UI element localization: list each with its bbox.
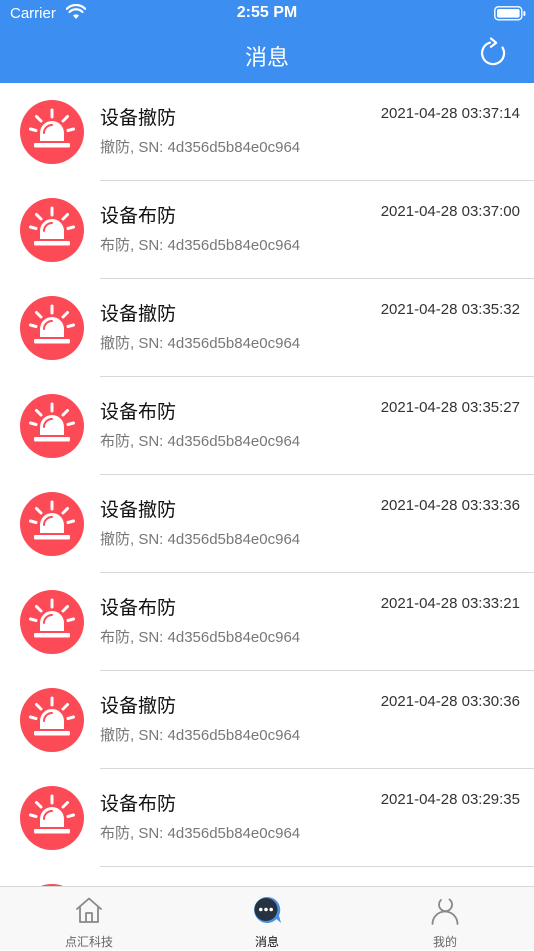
refresh-icon[interactable] (478, 37, 510, 69)
message-title: 设备撤防 (100, 695, 177, 717)
message-time: 2021-04-28 03:37:14 (380, 105, 520, 122)
message-item[interactable] (0, 867, 534, 886)
message-description: 撤防, SN: 4d356d5b84e0c964 (100, 727, 301, 744)
message-time: 2021-04-28 03:35:32 (380, 301, 520, 318)
message-time: 2021-04-28 03:29:35 (380, 791, 520, 808)
alarm-icon (20, 786, 84, 850)
alarm-icon (20, 492, 84, 556)
message-item[interactable]: 设备布防 2021-04-28 03:33:21 布防, SN: 4d356d5… (0, 573, 534, 671)
message-description: 布防, SN: 4d356d5b84e0c964 (100, 825, 301, 842)
message-item[interactable]: 设备撤防 2021-04-28 03:30:36 撤防, SN: 4d356d5… (0, 671, 534, 769)
message-icon (254, 896, 281, 923)
alarm-icon (20, 394, 84, 458)
message-title: 设备布防 (100, 793, 177, 815)
message-title: 设备布防 (100, 597, 177, 619)
message-time: 2021-04-28 03:30:36 (380, 693, 520, 710)
message-description: 布防, SN: 4d356d5b84e0c964 (100, 237, 301, 254)
alarm-icon (20, 590, 84, 654)
tab-home[interactable]: 点汇科技 (0, 887, 178, 951)
message-description: 撤防, SN: 4d356d5b84e0c964 (100, 139, 301, 156)
message-item[interactable]: 设备撤防 2021-04-28 03:35:32 撤防, SN: 4d356d5… (0, 279, 534, 377)
tab-label: 消息 (254, 935, 279, 949)
message-title: 设备布防 (100, 205, 177, 227)
message-time: 2021-04-28 03:33:36 (380, 497, 520, 514)
alarm-icon (20, 198, 84, 262)
message-description: 撤防, SN: 4d356d5b84e0c964 (100, 335, 301, 352)
home-icon (76, 897, 102, 923)
message-title: 设备撤防 (100, 303, 177, 325)
status-bar: Carrier 2:55 PM (0, 0, 534, 28)
message-item[interactable]: 设备撤防 2021-04-28 03:33:36 撤防, SN: 4d356d5… (0, 475, 534, 573)
message-description: 布防, SN: 4d356d5b84e0c964 (100, 433, 301, 450)
message-item[interactable]: 设备撤防 2021-04-28 03:37:14 撤防, SN: 4d356d5… (0, 83, 534, 181)
message-title: 设备布防 (100, 401, 177, 423)
tab-label: 我的 (432, 935, 457, 949)
alarm-icon (20, 688, 84, 752)
message-description: 撤防, SN: 4d356d5b84e0c964 (100, 531, 301, 548)
message-time: 2021-04-28 03:33:21 (380, 595, 520, 612)
message-time: 2021-04-28 03:35:27 (380, 399, 520, 416)
message-title: 设备撤防 (100, 107, 177, 129)
alarm-icon (20, 296, 84, 360)
message-title: 设备撤防 (100, 499, 177, 521)
tab-messages[interactable]: 消息 (178, 887, 356, 951)
message-item[interactable]: 设备布防 2021-04-28 03:37:00 布防, SN: 4d356d5… (0, 181, 534, 279)
message-description: 布防, SN: 4d356d5b84e0c964 (100, 629, 301, 646)
page-title: 消息 (244, 46, 289, 71)
status-time: 2:55 PM (236, 4, 298, 21)
tab-profile[interactable]: 我的 (356, 887, 534, 951)
battery-icon (494, 6, 526, 21)
profile-icon (431, 898, 459, 925)
tab-bar: 点汇科技 消息 我的 (0, 886, 534, 950)
tab-label: 点汇科技 (64, 935, 113, 949)
message-time: 2021-04-28 03:37:00 (380, 203, 520, 220)
app-header: Carrier 2:55 PM 消息 (0, 0, 534, 83)
message-item[interactable]: 设备布防 2021-04-28 03:35:27 布防, SN: 4d356d5… (0, 377, 534, 475)
message-item[interactable]: 设备布防 2021-04-28 03:29:35 布防, SN: 4d356d5… (0, 769, 534, 867)
message-list[interactable]: 设备撤防 2021-04-28 03:37:14 撤防, SN: 4d356d5… (0, 83, 534, 886)
alarm-icon (20, 100, 84, 164)
